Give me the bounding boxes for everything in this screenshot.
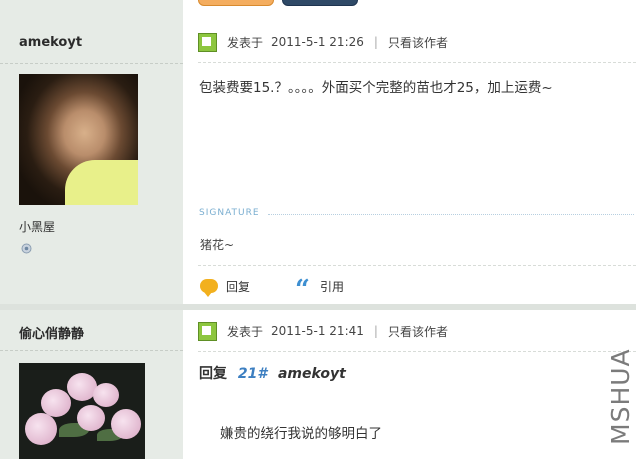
online-status-icon	[21, 243, 32, 254]
post-username[interactable]: 偷心俏静静	[19, 323, 84, 342]
actions-divider	[198, 265, 636, 266]
meta-separator: |	[373, 324, 378, 338]
avatar-flower	[25, 413, 57, 445]
reply-bubble-icon[interactable]	[200, 279, 218, 297]
reply-tab-button[interactable]	[198, 0, 274, 6]
post-meta: 发表于 2011-5-1 21:26 | 只看该作者	[198, 32, 448, 52]
new-thread-tab-button[interactable]	[282, 0, 358, 6]
post-header-divider	[198, 351, 636, 352]
post-username[interactable]: amekoyt	[19, 35, 82, 50]
sidebar-divider	[0, 63, 183, 64]
signature-divider	[268, 214, 634, 215]
watermark-text: MSHUA	[606, 348, 635, 445]
posted-label: 发表于	[227, 324, 264, 339]
avatar-flower	[93, 383, 119, 407]
avatar-clothing	[65, 160, 138, 205]
reply-reference: 回复 21# amekoyt	[199, 363, 346, 383]
reply-label: 回复	[199, 366, 227, 382]
post-meta: 发表于 2011-5-1 21:41 | 只看该作者	[198, 321, 448, 341]
watermark: MSHUA	[600, 345, 635, 445]
post-datetime: 2011-5-1 21:41	[271, 324, 364, 338]
only-author-link[interactable]: 只看该作者	[388, 34, 448, 51]
signature-label: SIGNATURE	[199, 208, 260, 218]
post-flag-icon	[198, 32, 217, 52]
posted-label: 发表于	[227, 35, 264, 50]
signature-text: 猪花~	[200, 238, 235, 252]
post-actions: 回复 “ 引用	[200, 276, 344, 303]
post-datetime: 2011-5-1 21:26	[271, 35, 364, 49]
sidebar-divider	[0, 350, 183, 351]
post-header-divider	[198, 62, 636, 63]
post-content: 嫌贵的绕行我说的够明白了	[220, 426, 382, 442]
post-separator	[0, 304, 636, 310]
quote-link[interactable]: 引用	[320, 278, 344, 295]
post-content: 包装费要15.？。。。。外面买个完整的苗也才25，加上运费~	[199, 80, 553, 96]
user-group-title: 小黑屋	[19, 220, 56, 234]
avatar-flower	[111, 409, 141, 439]
only-author-link[interactable]: 只看该作者	[388, 323, 448, 340]
meta-separator: |	[373, 35, 378, 49]
reply-author: amekoyt	[277, 366, 346, 382]
avatar[interactable]	[19, 363, 145, 459]
quote-icon[interactable]: “	[295, 277, 310, 303]
avatar-flower	[77, 405, 105, 431]
post-area	[183, 0, 636, 459]
post-flag-icon	[198, 321, 217, 341]
reply-link[interactable]: 回复	[226, 278, 250, 295]
avatar[interactable]	[19, 74, 138, 205]
reply-floor-link[interactable]: 21#	[238, 366, 267, 382]
